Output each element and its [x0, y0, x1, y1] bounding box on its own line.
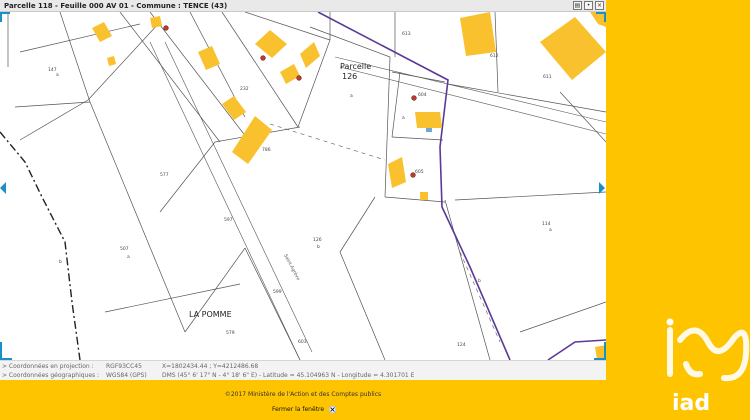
window-title: Parcelle 118 - Feuille 000 AV 01 - Commu…: [4, 2, 228, 10]
parcel-number: 604: [418, 92, 427, 98]
parcel-number: 232: [240, 86, 249, 92]
parcel-number: 612: [490, 53, 499, 59]
iad-logo: iad: [666, 318, 750, 412]
building-marker-icon: [163, 25, 169, 31]
parcel-number: a: [127, 255, 130, 260]
close-window-label: Fermer la fenêtre: [272, 406, 325, 413]
parcel-number: 605: [415, 169, 424, 175]
corner-icon: [0, 12, 10, 22]
building: [222, 96, 246, 120]
building: [460, 12, 496, 56]
pin-icon[interactable]: •: [584, 1, 593, 10]
building: [415, 112, 442, 128]
parcel-number: 597: [224, 217, 233, 223]
building: [540, 17, 606, 80]
parcel-number: b: [478, 278, 481, 284]
cadastre-viewer-window: Parcelle 118 - Feuille 000 AV 01 - Commu…: [0, 0, 606, 420]
building: [300, 42, 320, 68]
parcel-number: 599: [273, 289, 282, 295]
projection-value: X=1802434.44 ; Y=4212486.68: [162, 363, 259, 370]
parcel-number: a: [549, 228, 552, 233]
parcel-number: 507: [120, 246, 129, 252]
parcel-number: 613: [402, 31, 411, 37]
parcel-number: a: [56, 73, 59, 78]
parcel-number: b: [59, 259, 62, 265]
logo-text: iad: [672, 391, 710, 412]
small-blue-structure: [426, 128, 432, 132]
parcel-number: 611: [543, 74, 552, 80]
building: [420, 192, 428, 200]
selected-parcel-label: Parcelle: [340, 62, 371, 71]
corner-icon: [0, 342, 12, 360]
building-marker-icons: [163, 25, 417, 178]
building: [255, 30, 287, 58]
building: [198, 46, 220, 70]
parcel-number: 577: [160, 172, 169, 178]
copyright-text: ©2017 Ministère de l'Action et des Compt…: [224, 391, 382, 398]
print-icon[interactable]: ▤: [573, 1, 582, 10]
close-icon[interactable]: ×: [595, 1, 604, 10]
selected-parcel-number: 126: [342, 72, 357, 81]
building-marker-icon: [296, 75, 302, 81]
locality-name: LA POMME: [189, 310, 232, 319]
parcel-number: a: [350, 94, 353, 99]
parcel-number: 124: [457, 342, 466, 348]
geo-value: DMS (45° 6' 17" N - 4° 18' 6" E) - Latit…: [162, 372, 415, 379]
road-label: Saint-Agrève: [282, 253, 302, 282]
building-marker-icon: [411, 95, 417, 101]
geo-label: > Coordonnées géographiques :: [2, 372, 100, 379]
close-x-icon[interactable]: [328, 406, 336, 413]
cadastral-map[interactable]: 147 a 232 786 577 597 507 a b 126 b 599 …: [0, 12, 606, 360]
building: [590, 12, 606, 27]
map-canvas[interactable]: 147 a 232 786 577 597 507 a b 126 b 599 …: [0, 12, 606, 360]
section-boundary-line: [0, 131, 81, 360]
building: [92, 22, 112, 42]
parcel-number: b: [317, 244, 320, 250]
window-title-bar: Parcelle 118 - Feuille 000 AV 01 - Commu…: [0, 0, 606, 12]
footer-bar: ©2017 Ministère de l'Action et des Compt…: [0, 380, 606, 420]
parcel-number: 114: [542, 221, 551, 227]
parcel-number: 603: [298, 339, 307, 345]
parcel-number: 786: [262, 147, 271, 153]
parcel-number: 579: [226, 330, 235, 336]
building-marker-icon: [260, 55, 266, 61]
building: [150, 16, 162, 28]
coordinates-panel: > Coordonnées en projection : RGF93CC45 …: [0, 360, 606, 380]
projection-system: RGF93CC45: [106, 363, 142, 370]
nav-left-icon[interactable]: [0, 182, 6, 194]
building: [388, 157, 406, 188]
projection-label: > Coordonnées en projection :: [2, 363, 94, 370]
parcel-number: 126: [313, 237, 322, 243]
geo-system: WGS84 (GPS): [106, 372, 147, 379]
close-window-link[interactable]: Fermer la fenêtre: [272, 406, 336, 413]
building: [232, 116, 272, 164]
building: [280, 64, 300, 84]
building: [107, 56, 116, 66]
parcel-number: a: [402, 116, 405, 121]
